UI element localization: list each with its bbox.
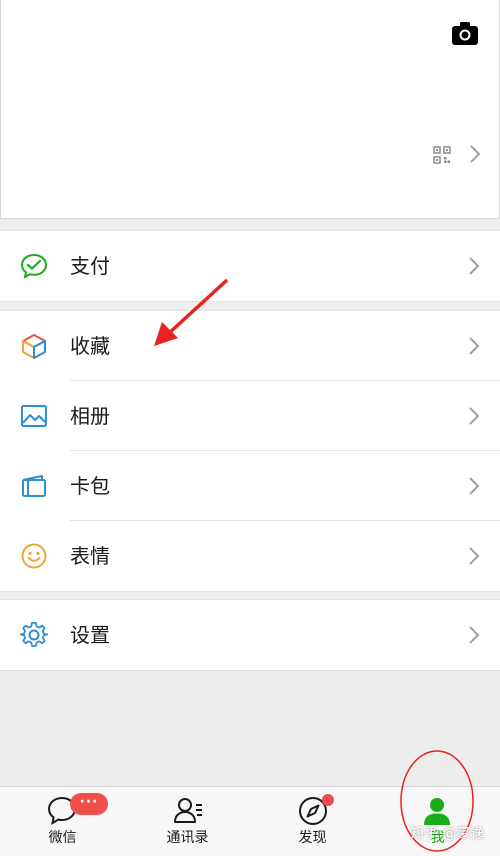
bottom-tab-bar: ··· 微信 通讯录 发现 我 (0, 786, 500, 856)
tab-chats[interactable]: ··· 微信 (0, 787, 125, 856)
profile-card[interactable] (0, 0, 500, 219)
menu-item-cards[interactable]: 卡包 (0, 451, 500, 521)
chevron-right-icon (469, 337, 480, 355)
menu-item-stickers[interactable]: 表情 (0, 521, 500, 591)
menu-label-album: 相册 (70, 404, 110, 428)
chevron-right-icon (469, 257, 480, 275)
pay-group: 支付 (0, 230, 500, 302)
chevron-right-icon (470, 145, 481, 163)
person-icon (424, 798, 450, 825)
tools-group: 收藏 相册 卡包 表情 (0, 310, 500, 592)
menu-item-settings[interactable]: 设置 (0, 600, 500, 670)
tab-label-contacts: 通讯录 (166, 830, 209, 846)
tab-label-discover: 发现 (298, 830, 327, 846)
camera-icon[interactable] (451, 20, 479, 46)
chevron-right-icon (469, 407, 480, 425)
menu-label-stickers: 表情 (70, 544, 110, 568)
contacts-icon (174, 798, 202, 823)
chevron-right-icon (469, 477, 480, 495)
menu-label-settings: 设置 (70, 623, 110, 647)
smiley-icon (21, 543, 47, 569)
menu-label-favorites: 收藏 (70, 334, 110, 358)
tab-me[interactable]: 我 (375, 787, 500, 856)
settings-group: 设置 (0, 599, 500, 671)
menu-item-pay[interactable]: 支付 (0, 231, 500, 301)
qrcode-icon[interactable] (433, 146, 451, 164)
unread-badge: ··· (70, 793, 108, 815)
notification-dot (322, 794, 334, 806)
wechat-me-screen: 支付 收藏 相册 卡包 表情 设置 ··· 微信 通讯录 发现 我 知乎 @豪逸 (0, 0, 500, 856)
watermark-text: 知乎 @豪逸 (410, 826, 485, 842)
menu-item-album[interactable]: 相册 (0, 381, 500, 451)
tab-discover[interactable]: 发现 (250, 787, 375, 856)
tab-contacts[interactable]: 通讯录 (125, 787, 250, 856)
menu-item-favorites[interactable]: 收藏 (0, 311, 500, 381)
wechat-pay-icon (20, 253, 48, 279)
cube-icon (22, 334, 46, 359)
photo-icon (21, 405, 47, 427)
chevron-right-icon (469, 626, 480, 644)
chevron-right-icon (469, 547, 480, 565)
menu-label-pay: 支付 (70, 254, 110, 278)
menu-label-cards: 卡包 (70, 474, 110, 498)
card-wallet-icon (22, 475, 46, 497)
gear-icon (20, 622, 48, 647)
tab-label-chats: 微信 (48, 830, 77, 846)
